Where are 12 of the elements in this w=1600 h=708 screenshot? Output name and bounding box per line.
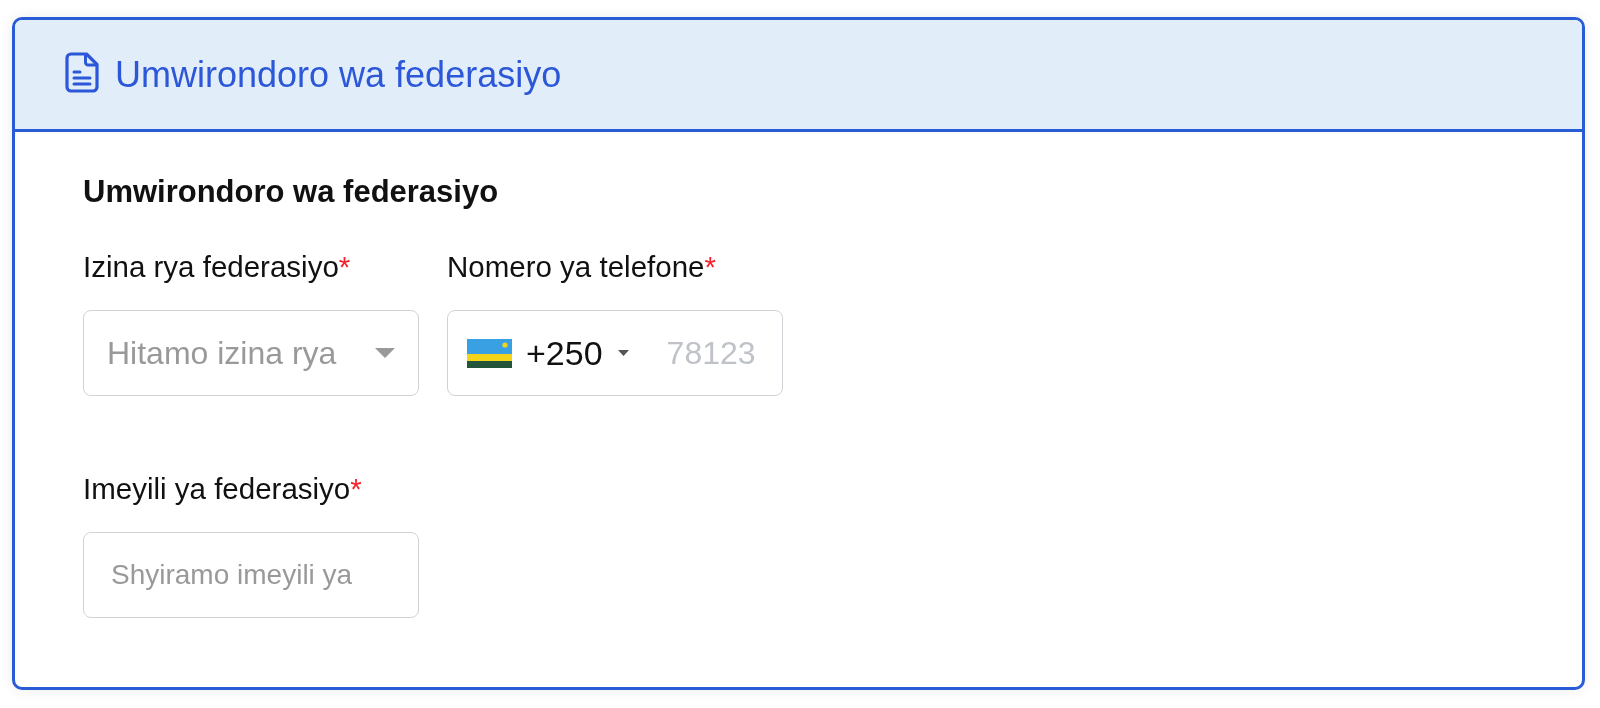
country-code-selector[interactable]: +250 xyxy=(467,333,629,373)
flag-icon xyxy=(467,338,512,368)
caret-icon xyxy=(375,348,395,358)
field-label: Nomero ya telefone* xyxy=(447,249,716,284)
document-icon xyxy=(65,52,99,93)
caret-icon xyxy=(617,350,629,356)
card-title: Umwirondoro wa federasiyo xyxy=(115,52,562,97)
field-label: Izina rya federasiyo* xyxy=(83,249,351,284)
email-input[interactable]: Shyiramo imeyili ya xyxy=(83,532,419,618)
field-label: Imeyili ya federasiyo* xyxy=(83,471,362,506)
section-title: Umwirondoro wa federasiyo xyxy=(83,173,499,210)
phone-number-input[interactable]: 78123 xyxy=(666,334,767,372)
